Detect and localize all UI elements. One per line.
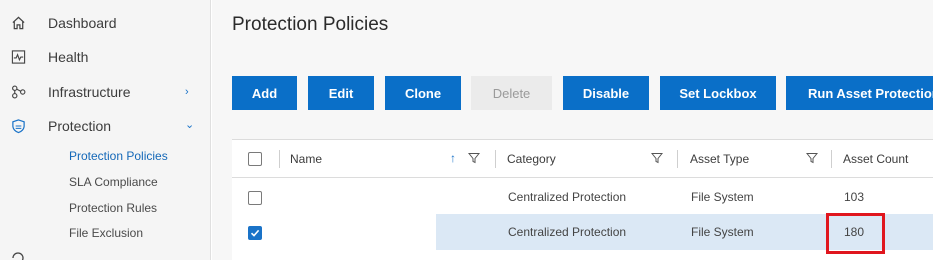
sidebar-item-protection[interactable]: Protection ⌄ [0,109,210,143]
sidebar-subitem-sla-compliance[interactable]: SLA Compliance [69,175,158,189]
main-content: Protection Policies Add Edit Clone Delet… [212,0,933,260]
table-header: Name ↑ Category Asset Type Asset Count [232,140,933,178]
checkmark-icon [250,229,260,237]
column-divider [831,150,832,168]
page-title: Protection Policies [232,14,389,35]
sort-ascending-icon[interactable]: ↑ [450,151,456,165]
table-row[interactable]: Centralized Protection File System 103 [232,179,933,215]
clone-button[interactable]: Clone [385,76,461,110]
filter-icon[interactable] [806,152,818,164]
cell-asset-type: File System [691,225,754,239]
column-header-asset-count[interactable]: Asset Count [843,140,908,178]
chevron-down-icon: ⌄ [185,119,195,131]
cell-category: Centralized Protection [508,225,627,239]
sidebar: Dashboard Health Infrastructure › Protec… [0,0,211,260]
add-button[interactable]: Add [232,76,297,110]
annotation-highlight-box [826,213,885,254]
column-header-name[interactable]: Name [290,140,322,178]
home-icon [10,15,27,32]
sidebar-item-label: Protection [48,118,112,134]
edit-button[interactable]: Edit [308,76,374,110]
filter-icon[interactable] [468,152,480,164]
disable-button[interactable]: Disable [563,76,649,110]
sidebar-item-label: Infrastructure [48,84,131,100]
column-divider [279,150,280,168]
set-lockbox-button[interactable]: Set Lockbox [660,76,776,110]
sidebar-item-infrastructure[interactable]: Infrastructure › [0,75,210,109]
run-asset-protection-button[interactable]: Run Asset Protection [786,76,933,110]
select-all-checkbox[interactable] [248,152,262,166]
sidebar-subitem-protection-rules[interactable]: Protection Rules [69,201,157,215]
health-pulse-icon [10,49,27,66]
column-divider [677,150,678,168]
cell-asset-count: 103 [844,190,865,204]
partial-nav-icon [10,250,26,260]
filter-icon[interactable] [651,152,663,164]
column-header-asset-type[interactable]: Asset Type [690,140,749,178]
infrastructure-nodes-icon [10,84,27,101]
column-header-category[interactable]: Category [507,140,556,178]
delete-button[interactable]: Delete [471,76,552,110]
sidebar-subitem-protection-policies[interactable]: Protection Policies [69,149,168,163]
protection-policies-table: Name ↑ Category Asset Type Asset Count C… [232,139,933,260]
sidebar-item-label: Dashboard [48,15,117,31]
sidebar-item-label: Health [48,49,89,65]
row-checkbox[interactable] [248,226,262,240]
chevron-right-icon: › [185,86,189,98]
shield-icon [10,118,27,135]
sidebar-subitem-file-exclusion[interactable]: File Exclusion [69,226,143,240]
cell-asset-type: File System [691,190,754,204]
column-divider [495,150,496,168]
sidebar-item-dashboard[interactable]: Dashboard [0,6,210,40]
cell-category: Centralized Protection [508,190,627,204]
sidebar-item-health[interactable]: Health [0,40,210,74]
row-checkbox[interactable] [248,191,262,205]
